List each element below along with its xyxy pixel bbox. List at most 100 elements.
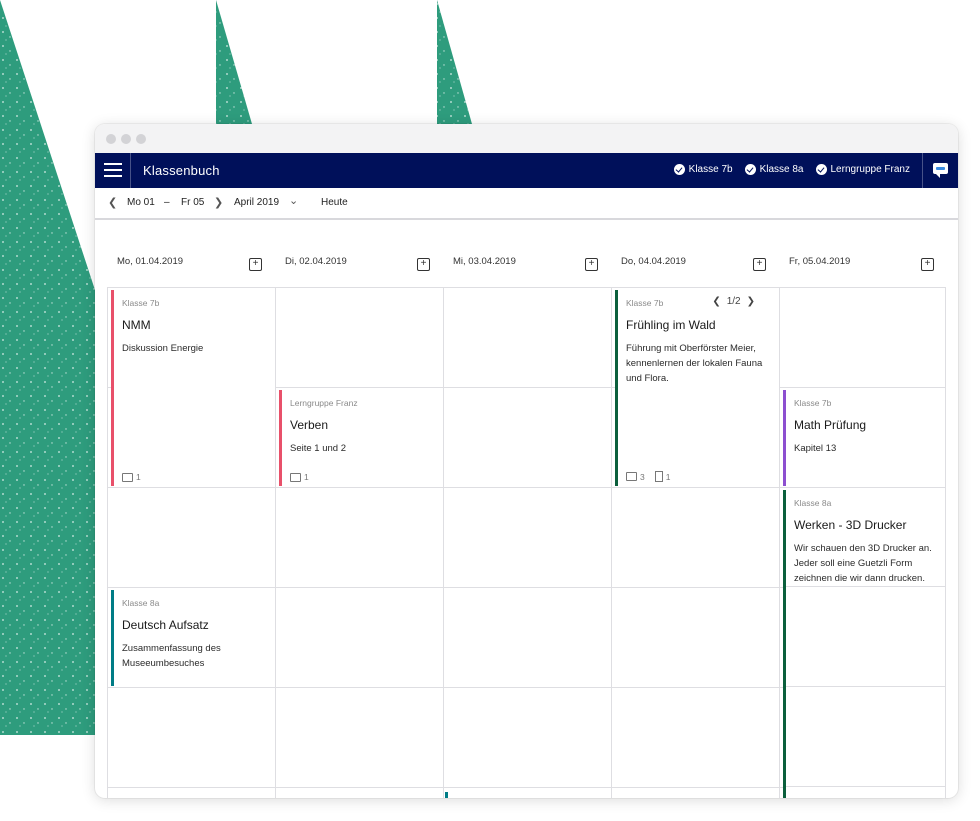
lesson-meta: 3 1	[626, 471, 670, 482]
lesson-class: Klasse 7b	[794, 398, 832, 408]
grid-line	[443, 287, 444, 798]
grid-line	[786, 686, 945, 687]
lesson-color-bar	[783, 390, 786, 486]
class-filter-label: Klasse 8a	[759, 164, 804, 175]
add-lesson-button[interactable]: +	[921, 258, 934, 271]
hamburger-icon-line	[104, 169, 122, 171]
day-header: Fr, 05.04.2019	[789, 256, 851, 267]
lesson-description: Zusammenfassung des Museeumbesuches	[122, 643, 221, 669]
comment-count: 3	[640, 471, 645, 482]
chevron-right-icon[interactable]: ❯	[747, 296, 755, 307]
file-icon	[654, 471, 663, 482]
class-filter-chip[interactable]: Klasse 7b	[673, 164, 733, 175]
app-header: Klassenbuch Klasse 7b Klasse 8a Lerngrup…	[95, 153, 958, 188]
add-lesson-button[interactable]: +	[249, 258, 262, 271]
class-filter-label: Klasse 7b	[688, 164, 733, 175]
lesson-class: Klasse 7b	[122, 298, 160, 308]
plus-icon: +	[420, 258, 427, 269]
lesson-color-bar	[615, 290, 618, 486]
hamburger-menu-button[interactable]	[95, 153, 131, 188]
lesson-title: Math Prüfung	[794, 418, 867, 432]
app-title: Klassenbuch	[143, 163, 220, 178]
comment-icon	[122, 472, 133, 482]
chevron-down-icon[interactable]: ⌄	[289, 194, 298, 207]
grid-line	[786, 786, 945, 787]
lesson-class: Lerngruppe Franz	[290, 398, 358, 408]
lesson-card[interactable]: Klasse 8a Werken - 3D Drucker Wir schaue…	[783, 490, 945, 798]
lesson-title: Verben	[290, 418, 329, 432]
lesson-description: Seite 1 und 2	[290, 443, 346, 454]
pager-label: 1/2	[726, 296, 741, 307]
lesson-card[interactable]: Lerngruppe Franz Verben Seite 1 und 2 1	[279, 390, 443, 486]
grid-line	[779, 287, 780, 798]
lesson-card[interactable]: Klasse 7b NMM Diskussion Energie 1	[111, 290, 275, 486]
lesson-description: Führung mit Oberförster Meier, kennenler…	[626, 343, 763, 384]
chevron-left-icon[interactable]: ❮	[108, 196, 117, 209]
plus-icon: +	[252, 258, 259, 269]
class-filter-list: Klasse 7b Klasse 8a Lerngruppe Franz	[673, 164, 911, 175]
range-start: Mo 01	[127, 197, 155, 208]
check-circle-icon	[673, 164, 685, 175]
lesson-title: Frühling im Wald	[626, 318, 716, 332]
add-lesson-button[interactable]: +	[753, 258, 766, 271]
grid-line	[275, 287, 276, 798]
chat-bubble-icon	[933, 163, 948, 178]
comment-count: 1	[136, 472, 141, 482]
grid-line	[108, 287, 946, 288]
lesson-class: Klasse 8a	[122, 598, 160, 608]
hamburger-icon-line	[104, 175, 122, 177]
comment-count: 1	[304, 472, 309, 482]
window-close-dot[interactable]	[106, 134, 116, 144]
lesson-color-bar-partial	[445, 792, 448, 798]
day-header: Mi, 03.04.2019	[453, 256, 516, 267]
day-header: Do, 04.04.2019	[621, 256, 686, 267]
chat-button[interactable]	[922, 153, 958, 188]
app-window: Klassenbuch Klasse 7b Klasse 8a Lerngrup…	[95, 124, 958, 798]
day-header: Mo, 01.04.2019	[117, 256, 184, 267]
day-header: Di, 02.04.2019	[285, 256, 347, 267]
class-filter-label: Lerngruppe Franz	[830, 164, 911, 175]
lesson-class: Klasse 8a	[794, 498, 832, 508]
chevron-left-icon[interactable]: ❮	[712, 296, 720, 307]
lesson-color-bar	[111, 290, 114, 486]
chevron-right-icon[interactable]: ❯	[214, 196, 223, 209]
lesson-title: Deutsch Aufsatz	[122, 618, 209, 632]
check-circle-icon	[744, 164, 756, 175]
lesson-card[interactable]: Klasse 7b ❮ 1/2 ❯ Frühling im Wald Führu…	[615, 290, 779, 486]
lesson-card[interactable]: Klasse 8a Deutsch Aufsatz Zusammenfassun…	[111, 590, 275, 686]
file-count: 1	[665, 471, 671, 482]
lesson-description: Kapitel 13	[794, 443, 837, 454]
range-separator: –	[164, 197, 170, 208]
lesson-description: Wir schauen den 3D Drucker an. Jeder sol…	[794, 543, 932, 584]
lesson-title: Werken - 3D Drucker	[794, 518, 907, 532]
add-lesson-button[interactable]: +	[585, 258, 598, 271]
month-select[interactable]: April 2019	[234, 197, 279, 208]
lesson-description: Diskussion Energie	[122, 343, 204, 354]
lesson-card[interactable]: Klasse 7b Math Prüfung Kapitel 13	[783, 390, 945, 486]
lesson-color-bar	[111, 590, 114, 686]
today-button[interactable]: Heute	[321, 197, 348, 208]
window-maximize-dot[interactable]	[136, 134, 146, 144]
week-grid: Klasse 7b NMM Diskussion Energie 1 Lerng…	[107, 287, 946, 798]
add-lesson-button[interactable]: +	[417, 258, 430, 271]
lesson-meta: 1	[122, 472, 141, 482]
window-chrome	[95, 124, 958, 153]
comment-icon	[290, 472, 301, 482]
grid-line	[945, 287, 946, 798]
grid-line	[108, 487, 946, 488]
hamburger-icon	[104, 163, 122, 165]
date-navigation: ❮ Mo 01 – Fr 05 ❯ April 2019 ⌄ Heute	[95, 188, 958, 220]
lesson-color-bar	[783, 490, 786, 798]
class-filter-chip[interactable]: Klasse 8a	[744, 164, 804, 175]
range-end: Fr 05	[181, 197, 205, 208]
plus-icon: +	[924, 258, 931, 269]
lesson-title: NMM	[122, 318, 151, 332]
window-minimize-dot[interactable]	[121, 134, 131, 144]
lesson-class: Klasse 7b	[626, 298, 664, 308]
plus-icon: +	[588, 258, 595, 269]
grid-line	[611, 287, 612, 798]
lesson-pager: ❮ 1/2 ❯	[712, 296, 755, 307]
lesson-color-bar	[279, 390, 282, 486]
class-filter-chip[interactable]: Lerngruppe Franz	[815, 164, 911, 175]
plus-icon: +	[756, 258, 763, 269]
